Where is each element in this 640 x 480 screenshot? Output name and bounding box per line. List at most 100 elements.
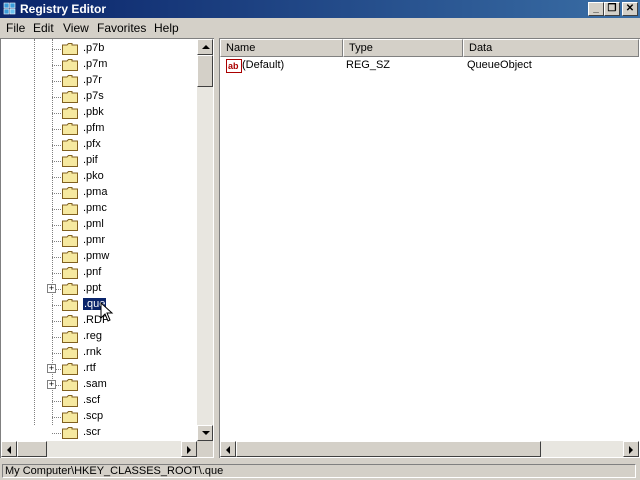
tree-item[interactable]: .p7r	[1, 73, 197, 89]
tree-item[interactable]: .rnk	[1, 345, 197, 361]
tree-item-label: .rnk	[83, 346, 102, 358]
list-horizontal-scroll-thumb[interactable]	[236, 441, 541, 457]
folder-icon	[62, 187, 78, 199]
folder-icon	[62, 395, 78, 407]
tree-connector	[52, 113, 61, 114]
tree-scroll-up-button[interactable]	[197, 39, 213, 55]
string-value-icon: ab	[226, 59, 242, 73]
value-name: (Default)	[242, 59, 285, 71]
close-icon: ✕	[625, 3, 635, 14]
values-list-pane[interactable]: Name Type Data ab (Default) REG_SZ Queue…	[219, 38, 640, 458]
menu-edit[interactable]: Edit	[33, 21, 54, 35]
tree-item[interactable]: .pbk	[1, 105, 197, 121]
scroll-corner	[197, 441, 213, 457]
tree-connector	[52, 193, 61, 194]
folder-icon	[62, 347, 78, 359]
tree-item[interactable]: .scf	[1, 393, 197, 409]
menu-help[interactable]: Help	[154, 21, 179, 35]
tree-connector	[52, 257, 61, 258]
folder-icon	[62, 43, 78, 55]
tree-item-label: .pml	[83, 218, 104, 230]
tree-item[interactable]: .RDP	[1, 313, 197, 329]
tree-item-label: .scf	[83, 394, 101, 406]
menu-file[interactable]: File	[6, 21, 25, 35]
tree-item[interactable]: .pko	[1, 169, 197, 185]
tree-item-label: .p7r	[83, 74, 102, 86]
column-header-name[interactable]: Name	[220, 39, 343, 57]
tree-item[interactable]: .pfx	[1, 137, 197, 153]
tree-item-label: .pko	[83, 170, 104, 182]
column-header-type[interactable]: Type	[343, 39, 463, 57]
tree-item[interactable]: .pmr	[1, 233, 197, 249]
tree-item[interactable]: + .sam	[1, 377, 197, 393]
tree-item[interactable]: + .rtf	[1, 361, 197, 377]
value-row[interactable]: ab (Default) REG_SZ QueueObject	[220, 58, 625, 74]
close-button[interactable]: ✕	[622, 2, 638, 16]
tree-scroll-right-button[interactable]	[181, 441, 197, 457]
list-scroll-left-button[interactable]	[220, 441, 236, 457]
tree-horizontal-scroll-thumb[interactable]	[17, 441, 47, 457]
menu-view[interactable]: View	[63, 21, 89, 35]
folder-icon	[62, 123, 78, 135]
folder-icon	[62, 331, 78, 343]
folder-icon	[62, 411, 78, 423]
minimize-button[interactable]: _	[588, 2, 604, 16]
tree-item[interactable]: .que	[1, 297, 197, 313]
folder-icon	[62, 203, 78, 215]
restore-button[interactable]: ❐	[604, 2, 620, 16]
tree-item[interactable]: .p7m	[1, 57, 197, 73]
folder-icon	[62, 283, 78, 295]
tree-item[interactable]: .pma	[1, 185, 197, 201]
tree-item-label: .scp	[83, 410, 104, 422]
folder-icon	[62, 75, 78, 87]
arrow-up-icon	[202, 45, 210, 49]
tree-item[interactable]: .pnf	[1, 265, 197, 281]
registry-tree-pane[interactable]: .p7b .p7m .p7r .p7s .pbk .pfm .pfx .pif .pko .pma…	[0, 38, 214, 458]
value-type: REG_SZ	[346, 59, 391, 71]
expand-icon[interactable]: +	[47, 284, 56, 293]
tree-connector	[52, 129, 61, 130]
expand-icon[interactable]: +	[47, 364, 56, 373]
folder-icon	[62, 251, 78, 263]
expand-icon[interactable]: +	[47, 380, 56, 389]
tree-item[interactable]: .reg	[1, 329, 197, 345]
tree-item[interactable]: .pmw	[1, 249, 197, 265]
tree-item[interactable]: .scp	[1, 409, 197, 425]
tree-item[interactable]: .pmc	[1, 201, 197, 217]
tree-connector	[52, 81, 61, 82]
arrow-right-icon	[629, 446, 633, 454]
restore-icon: ❐	[607, 3, 617, 14]
tree-item[interactable]: .p7b	[1, 41, 197, 57]
tree-vertical-scroll-thumb[interactable]	[197, 55, 213, 87]
tree-connector	[52, 225, 61, 226]
arrow-down-icon	[202, 431, 210, 435]
minimize-icon: _	[593, 3, 599, 14]
tree-connector	[52, 353, 61, 354]
tree-scroll-down-button[interactable]	[197, 425, 213, 441]
tree-vertical-scrollbar[interactable]	[197, 39, 213, 441]
tree-connector	[52, 145, 61, 146]
arrow-left-icon	[226, 446, 230, 454]
column-header-data[interactable]: Data	[463, 39, 639, 57]
tree-item-label: .scr	[83, 426, 101, 438]
folder-icon	[62, 235, 78, 247]
tree-connector	[52, 241, 61, 242]
list-scroll-right-button[interactable]	[623, 441, 639, 457]
tree-item-label: .reg	[83, 330, 102, 342]
tree-item-label: .pfm	[83, 122, 105, 134]
window-title: Registry Editor	[20, 2, 107, 16]
tree-connector	[52, 417, 61, 418]
tree-scroll-left-button[interactable]	[1, 441, 17, 457]
tree-item-label: .pmc	[83, 202, 107, 214]
tree-item[interactable]: .scr	[1, 425, 197, 441]
title-bar[interactable]: Registry Editor _ ❐ ✕	[0, 0, 640, 18]
tree-item[interactable]: + .ppt	[1, 281, 197, 297]
tree-item[interactable]: .pfm	[1, 121, 197, 137]
tree-item-label: .p7m	[83, 58, 108, 70]
tree-connector	[52, 97, 61, 98]
tree-item[interactable]: .p7s	[1, 89, 197, 105]
tree-item[interactable]: .pif	[1, 153, 197, 169]
tree-item[interactable]: .pml	[1, 217, 197, 233]
menu-favorites[interactable]: Favorites	[97, 21, 146, 35]
tree-item-label: .pfx	[83, 138, 101, 150]
